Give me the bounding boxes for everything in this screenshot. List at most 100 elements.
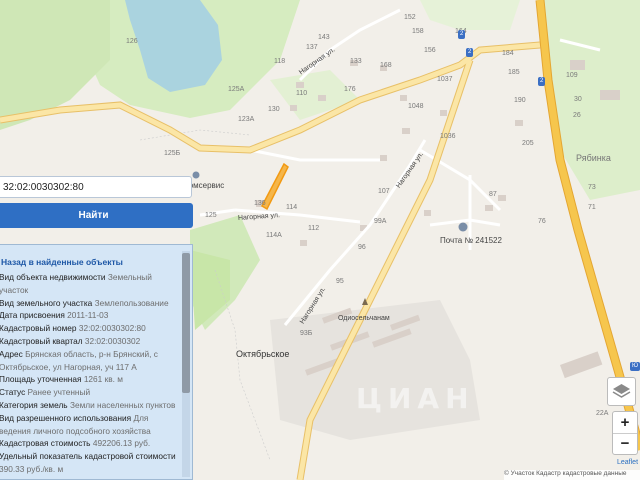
result-value: ведения личного подсобного хозяйства <box>0 425 151 436</box>
house-number: 73 <box>588 184 596 191</box>
house-number: 130 <box>268 106 280 113</box>
watermark-logo: ЦИАН <box>356 382 475 415</box>
result-row: 390.33 руб./кв. м <box>0 464 63 474</box>
house-number: 1037 <box>437 76 453 83</box>
house-number: 125А <box>228 86 245 93</box>
house-number: 190 <box>514 97 526 104</box>
result-row: Вид объекта недвижимости Земельный <box>0 272 152 282</box>
house-number: 1048 <box>408 103 424 110</box>
road-shield: 2 <box>466 48 474 57</box>
house-number: 109 <box>566 72 578 79</box>
house-number: 30 <box>574 96 582 103</box>
result-value: Брянская область, р-н Брянский, с <box>25 348 158 359</box>
result-row: участок <box>0 285 28 295</box>
find-button[interactable]: Найти <box>0 203 193 228</box>
zoom-control: + − <box>612 411 638 455</box>
result-value: Октябрьское, ул Нагорная, уч 117 А <box>0 361 137 372</box>
house-number: 114А <box>266 232 282 239</box>
house-number: 125Б <box>164 150 181 157</box>
poi-icon <box>192 171 200 179</box>
result-key: Удельный показатель кадастровой стоимост… <box>0 451 176 462</box>
layers-button[interactable] <box>607 377 636 406</box>
house-number: 184 <box>502 50 514 57</box>
cadastral-search-input[interactable] <box>0 176 192 198</box>
road-shield: Ю <box>630 362 640 371</box>
house-number: 205 <box>522 140 534 147</box>
result-row: Адрес Брянская область, р-н Брянский, с <box>0 349 158 359</box>
result-value: Ранее учтенный <box>27 387 91 398</box>
house-number: 107 <box>378 188 390 195</box>
street-label: Одиосельчанам <box>338 315 390 322</box>
house-number: 158 <box>412 28 424 35</box>
result-row: Площадь уточненная 1261 кв. м <box>0 374 123 384</box>
result-key: Статус <box>0 387 26 398</box>
result-row: ведения личного подсобного хозяйства <box>0 426 151 436</box>
result-value: участок <box>0 284 29 295</box>
result-row: Октябрьское, ул Нагорная, уч 117 А <box>0 362 137 372</box>
house-number: 118 <box>274 58 286 65</box>
results-panel: Назад в найденные объекты Вид объекта не… <box>0 244 193 480</box>
road-shield: 2 <box>538 77 546 86</box>
house-number: 112 <box>308 225 320 232</box>
result-row: Кадастровая стоимость 492206.13 руб. <box>0 438 150 448</box>
result-value: 32:02:0030302:80 <box>78 323 146 334</box>
scrollbar-thumb[interactable] <box>182 253 190 393</box>
map-attribution: © Участок Кадастр кадастровые данные <box>504 470 640 480</box>
result-value: 32:02:0030302 <box>84 336 141 346</box>
house-number: 185 <box>508 69 520 76</box>
result-value: 390.33 руб./кв. м <box>0 464 64 474</box>
house-number: 136 <box>254 200 266 207</box>
result-value: Для <box>133 412 149 423</box>
zoom-in-button[interactable]: + <box>613 412 637 434</box>
house-number: 137 <box>306 44 318 51</box>
house-number: 123А <box>238 116 255 123</box>
layers-icon <box>612 384 631 398</box>
house-number: 71 <box>588 204 596 211</box>
house-number: 125 <box>205 212 217 219</box>
result-value: Земельный <box>107 272 152 282</box>
house-number: 143 <box>318 34 330 41</box>
house-number: 114 <box>286 204 298 211</box>
result-key: Адрес <box>0 348 23 359</box>
result-value: Земли населенных пунктов <box>69 400 176 410</box>
house-number: 96 <box>358 244 366 251</box>
place-label: Рябинка <box>576 153 611 163</box>
house-number: 99А <box>374 218 387 225</box>
back-to-results-link[interactable]: Назад в найденные объекты <box>1 257 123 267</box>
leaflet-link[interactable]: Leaflet <box>617 459 638 466</box>
place-label: Октябрьское <box>236 349 290 359</box>
house-number: 26 <box>573 112 581 119</box>
house-number: 133 <box>350 58 362 65</box>
result-key: Кадастровая стоимость <box>0 438 91 449</box>
house-number: 22А <box>596 410 609 417</box>
house-number: 93Б <box>300 330 313 337</box>
result-key: Кадастровый квартал <box>0 336 83 346</box>
house-number: 152 <box>404 14 416 21</box>
house-number: 126 <box>126 38 138 45</box>
house-number: 110 <box>296 90 308 97</box>
zoom-out-button[interactable]: − <box>613 433 637 454</box>
result-key: Вид разрешенного использования <box>0 412 132 423</box>
result-key: Вид земельного участка <box>0 297 93 308</box>
result-row: Удельный показатель кадастровой стоимост… <box>0 451 176 461</box>
result-row: Статус Ранее учтенный <box>0 387 90 397</box>
result-key: Вид объекта недвижимости <box>0 272 106 282</box>
result-row: Категория земель Земли населенных пункто… <box>0 400 175 410</box>
house-number: 87 <box>489 191 497 198</box>
result-row: Кадастровый номер 32:02:0030302:80 <box>0 323 146 333</box>
post-office-icon <box>458 222 468 232</box>
result-row: Кадастровый квартал 32:02:0030302 <box>0 336 140 346</box>
result-row: Вид разрешенного использования Для <box>0 413 148 423</box>
house-number: 176 <box>344 86 356 93</box>
house-number: 1036 <box>440 133 456 140</box>
result-key: Кадастровый номер <box>0 323 77 334</box>
house-number: 156 <box>424 47 436 54</box>
result-row: Вид земельного участка Землепользование <box>0 298 169 308</box>
result-key: Категория земель <box>0 400 68 410</box>
house-number: 168 <box>380 62 392 69</box>
result-value: Землепользование <box>94 297 169 308</box>
result-key: Площадь уточненная <box>0 374 82 385</box>
result-value: 1261 кв. м <box>83 374 123 385</box>
result-key: Дата присвоения <box>0 310 65 321</box>
result-value: 2011-11-03 <box>67 310 109 321</box>
